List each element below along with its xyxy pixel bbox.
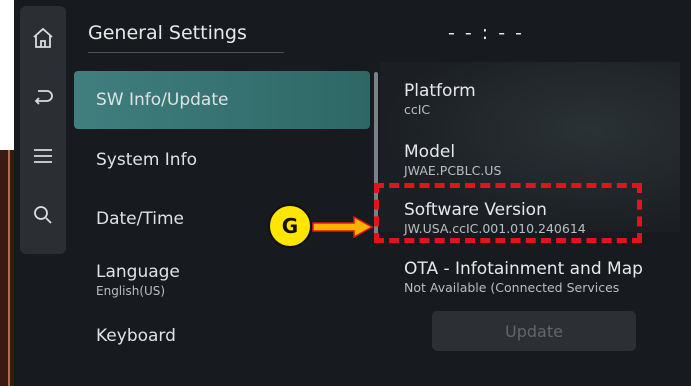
home-icon xyxy=(33,27,53,48)
menu-icon xyxy=(34,149,52,163)
model-label: Model xyxy=(404,142,456,162)
ota-label: OTA - Infotainment and Map xyxy=(404,259,643,279)
menu-item-label: Keyboard xyxy=(96,326,176,346)
menu-item-label: SW Info/Update xyxy=(96,90,229,110)
menu-item-label: System Info xyxy=(96,150,197,170)
menu-button[interactable] xyxy=(20,136,66,176)
menu-item-keyboard[interactable]: Keyboard xyxy=(74,307,370,365)
search-icon xyxy=(34,206,52,224)
search-button[interactable] xyxy=(20,195,66,235)
platform-value: ccIC xyxy=(404,102,431,117)
icon-sidebar xyxy=(20,6,66,254)
left-margin-edge xyxy=(8,150,10,386)
callout-arrow-icon xyxy=(312,216,374,238)
platform-label: Platform xyxy=(404,81,476,101)
home-button[interactable] xyxy=(20,18,66,58)
ota-info: OTA - Infotainment and Map Not Available… xyxy=(404,259,643,295)
menu-item-sublabel: English(US) xyxy=(96,284,166,298)
title-divider xyxy=(88,52,284,53)
ota-value: Not Available (Connected Services xyxy=(404,280,620,295)
menu-item-system-info[interactable]: System Info xyxy=(74,131,370,189)
back-icon xyxy=(34,90,53,105)
page-title: General Settings xyxy=(88,22,247,44)
model-info: Model JWAE.PCBLC.US xyxy=(404,142,501,178)
callout-badge: G xyxy=(268,204,312,248)
menu-item-language[interactable]: Language English(US) xyxy=(74,251,370,309)
back-button[interactable] xyxy=(20,77,66,117)
platform-info: Platform ccIC xyxy=(404,81,476,117)
software-version-callout-box xyxy=(374,183,642,243)
clock-display: - - : - - xyxy=(448,22,524,44)
left-margin-strip xyxy=(0,150,14,386)
model-value: JWAE.PCBLC.US xyxy=(404,163,502,178)
update-button[interactable]: Update xyxy=(432,311,636,351)
menu-item-label: Language xyxy=(96,262,180,282)
menu-item-sw-info-update[interactable]: SW Info/Update xyxy=(74,71,370,129)
